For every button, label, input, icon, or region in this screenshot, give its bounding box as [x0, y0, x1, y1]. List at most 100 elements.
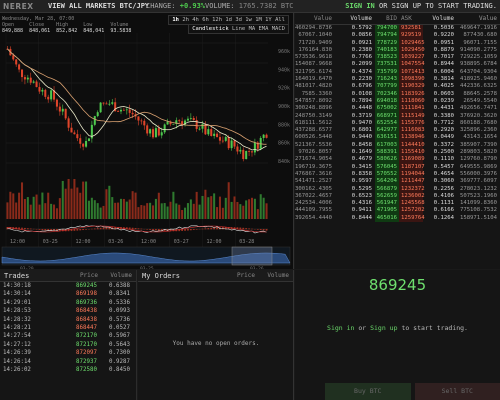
indicator-ma[interactable]: MA	[249, 26, 259, 32]
bid-price[interactable]: 707799	[375, 83, 399, 91]
markets-link[interactable]: VIEW ALL MARKETS BTC/JPY	[48, 0, 149, 13]
ask-price[interactable]: 1039227	[399, 54, 425, 62]
bid-price[interactable]: 642977	[375, 127, 399, 135]
bid-price[interactable]: 694018	[375, 97, 399, 106]
indicator-ema[interactable]: EMA	[259, 26, 272, 32]
bid-price[interactable]: 702346	[375, 90, 399, 98]
indicator-candlestick[interactable]: Candlestick	[192, 26, 232, 32]
bid-price[interactable]: 588391	[375, 149, 399, 157]
order-book-row[interactable]: 196719.3675 0.3415 576045 1187107 0.5457 6495…	[295, 163, 500, 171]
timeframe-12h[interactable]: 12h	[212, 17, 225, 23]
ask-price[interactable]: 1190329	[399, 83, 425, 91]
bid-price[interactable]: 561947	[375, 200, 399, 208]
timeframe-1w[interactable]: 1w	[245, 17, 255, 23]
bid-price[interactable]: 564204	[375, 178, 399, 186]
timeframe-All[interactable]: All	[275, 17, 285, 23]
ask-price[interactable]: 1232372	[399, 185, 425, 193]
bid-price[interactable]: 740183	[375, 46, 399, 55]
bid-price[interactable]: 580626	[375, 156, 399, 164]
order-book-row[interactable]: 300248.8896 0.4448 675002 1111841 0.4431 4926…	[295, 105, 500, 113]
bid-price[interactable]: 778729	[375, 39, 399, 47]
bid-price[interactable]: 465016	[375, 214, 399, 223]
bid-price[interactable]: 652554	[375, 119, 399, 128]
bid-price[interactable]: 471905	[375, 207, 399, 215]
timeframe-3d[interactable]: 3d	[235, 17, 245, 23]
order-book-row[interactable]: 176164.830 0.2380 740183 1029450 0.8879 91409…	[295, 46, 500, 55]
bid-price[interactable]: 570552	[375, 170, 399, 179]
ask-price[interactable]: 1115149	[399, 112, 425, 120]
logo[interactable]: NEREX	[3, 0, 34, 13]
order-book-row[interactable]: 547857.8092 0.7894 694018 1118060 0.0239 2654…	[295, 97, 500, 106]
buy-button[interactable]: Buy BTC	[325, 383, 411, 400]
ask-price[interactable]: 1194044	[399, 170, 425, 179]
order-book-row[interactable]: 242534.4006 0.4316 561947 1245568 0.1131 1410…	[295, 200, 500, 208]
bid-price[interactable]: 576045	[375, 163, 399, 171]
ask-price[interactable]: 1029450	[399, 46, 425, 55]
timeframe-4h[interactable]: 4h	[192, 17, 202, 23]
bid-price[interactable]: 794700	[375, 25, 399, 33]
ask-price[interactable]: 1211447	[399, 178, 425, 186]
order-book-row[interactable]: 367022.4657 0.6523 562659 1236002 0.4106 5075…	[295, 192, 500, 201]
bid-price[interactable]: 738523	[375, 54, 399, 62]
bid-price[interactable]: 737531	[375, 61, 399, 69]
bid-price[interactable]: 668971	[375, 112, 399, 120]
timeframe-1Y[interactable]: 1Y	[265, 17, 275, 23]
ask-price[interactable]: 1257202	[399, 207, 425, 215]
ask-price[interactable]: 1118060	[399, 97, 425, 106]
order-book-row[interactable]: 476867.3616 0.8358 570552 1194044 0.4654 5560…	[295, 170, 500, 179]
ask-price[interactable]: 1236002	[399, 192, 425, 201]
order-book-row[interactable]: 600526.5448 0.9440 636151 1138946 0.0449 4314…	[295, 134, 500, 142]
timeframe-1h[interactable]: 1h	[172, 17, 182, 23]
timeframe-6h[interactable]: 6h	[202, 17, 212, 23]
bid-price[interactable]: 794794	[375, 32, 399, 40]
signin-link-2[interactable]: Sign in	[327, 324, 354, 332]
bid-price[interactable]: 735799	[375, 68, 399, 77]
ask-price[interactable]: 1259764	[399, 214, 425, 223]
bid-price[interactable]: 716243	[375, 76, 399, 84]
ask-price[interactable]: 932581	[399, 25, 423, 33]
signin-link[interactable]: SIGN IN	[345, 2, 375, 10]
order-book-row[interactable]: 7585.3360 0.0108 702346 1183926 0.0603 88645.…	[295, 90, 500, 98]
order-book-row[interactable]: 618111.5612 0.9470 652554 1155776 0.7712 8601…	[295, 119, 500, 128]
order-book-row[interactable]: 541471.2527 0.9597 564204 1211447 0.3060 3697…	[295, 178, 500, 186]
bid-price[interactable]: 636151	[375, 134, 399, 142]
timeframe-2h[interactable]: 2h	[182, 17, 192, 23]
order-book-row[interactable]: 444109.7955 0.9411 471905 1257202 0.6166 7751…	[295, 207, 500, 215]
ask-price[interactable]: 1047554	[399, 61, 425, 69]
bid-price[interactable]: 675002	[375, 105, 399, 113]
ask-price[interactable]: 1169089	[399, 156, 425, 164]
ask-price[interactable]: 929519	[399, 32, 423, 40]
bid-price[interactable]: 617003	[375, 141, 399, 150]
bid-price[interactable]: 566879	[375, 185, 399, 193]
timeframe-1M[interactable]: 1M	[255, 17, 265, 23]
ask-price[interactable]: 1187107	[399, 163, 425, 171]
indicator-macd[interactable]: MACD	[272, 26, 285, 32]
ask-price[interactable]: 1183926	[399, 90, 425, 98]
order-book-row[interactable]: 573536.9618 0.7766 738523 1039227 0.7017 7292…	[295, 54, 500, 62]
ask-price[interactable]: 1155410	[399, 149, 425, 157]
order-book-row[interactable]: 300162.4305 0.5295 566879 1232372 0.2256 2780…	[295, 185, 500, 193]
bid-price[interactable]: 562659	[375, 192, 399, 201]
order-book-row[interactable]: 321795.6174 0.4374 735799 1071413 0.6004 6437…	[295, 68, 500, 77]
ask-price[interactable]: 1116083	[399, 127, 425, 135]
ask-price[interactable]: 1138946	[399, 134, 425, 142]
timeframe-1d[interactable]: 1d	[225, 17, 235, 23]
order-book-row[interactable]: 392654.4440 0.8444 465016 1259764 0.1264 1589…	[295, 214, 500, 223]
order-book-row[interactable]: 271674.9054 0.4679 580626 1169089 0.1110 1297…	[295, 156, 500, 164]
order-book-row[interactable]: 481017.4820 0.6796 707799 1190329 0.4025 4423…	[295, 83, 500, 91]
order-book-row[interactable]: 521367.5536 0.8458 617003 1144410 0.3372 3859…	[295, 141, 500, 150]
indicator-line[interactable]: Line	[232, 26, 249, 32]
price-chart[interactable]: 960k 940k 920k 900k 880k 860k 840k 12:00 03-25 12…	[0, 13, 294, 269]
order-book-row[interactable]: 97026.8057 0.1649 588391 1155410 0.2500 28980…	[295, 149, 500, 157]
order-book-row[interactable]: 248750.3149 0.3719 668971 1115149 0.3380 3769…	[295, 112, 500, 120]
ask-price[interactable]: 1071413	[399, 68, 425, 77]
signup-link[interactable]: Sign up	[370, 324, 397, 332]
ask-price[interactable]: 1098390	[399, 76, 425, 84]
ask-price[interactable]: 1155776	[399, 119, 425, 128]
ask-price[interactable]: 1245568	[399, 200, 425, 208]
order-book-row[interactable]: 154087.9668 0.2099 737531 1047554 0.8944 9388…	[295, 61, 500, 69]
order-book-row[interactable]: 71720.9409 0.0921 778729 1029465 0.0951 96071…	[295, 39, 500, 47]
order-book-row[interactable]: 67067.1040 0.0856 794794 929519 0.9220 877430…	[295, 32, 500, 40]
ask-price[interactable]: 1029465	[399, 39, 425, 47]
order-book-row[interactable]: 437288.6577 0.6801 642977 1116083 0.2920 3258…	[295, 127, 500, 135]
